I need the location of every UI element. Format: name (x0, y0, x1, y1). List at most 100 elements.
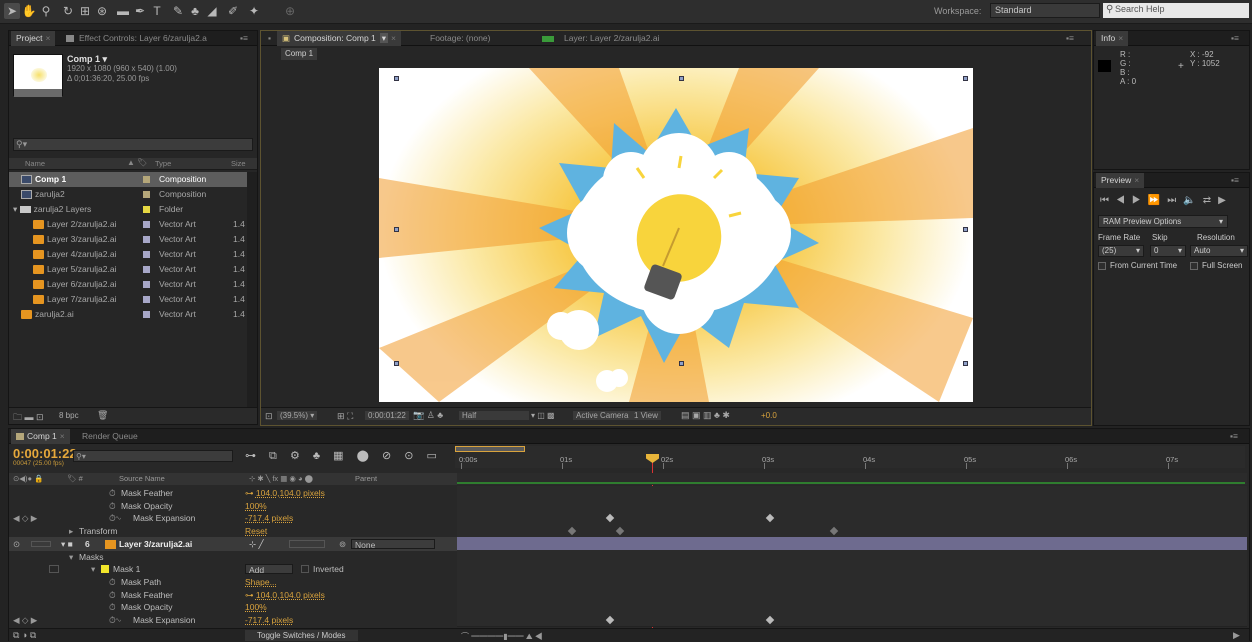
timeline-switches[interactable]: ⊶ ⧉ ⚙ ♣ ▦ ⬤ ⊘ ⊙ ▭ (245, 449, 442, 463)
frame-rate-select[interactable]: (25) ▾ (1098, 245, 1144, 257)
toggle-switches-modes-button[interactable]: Toggle Switches / Modes (245, 630, 358, 641)
transform-handle[interactable] (394, 76, 399, 81)
pen-tool-icon[interactable]: ✒ (132, 3, 148, 19)
comp-breadcrumb[interactable]: Comp 1 (281, 48, 318, 60)
keyframe-icon[interactable] (765, 615, 775, 625)
panel-menu-icon[interactable]: ▪≡ (1226, 173, 1244, 188)
project-item[interactable]: Layer 7/zarulja2.ai Vector Art 1.4 (9, 292, 247, 307)
label-color-swatch[interactable] (143, 206, 150, 213)
property-value[interactable]: 100% (245, 602, 267, 612)
tab-preview[interactable]: Preview × (1096, 173, 1145, 188)
transform-handle[interactable] (963, 227, 968, 232)
resolution-select[interactable]: Half (459, 411, 529, 420)
view-layout-select[interactable]: 1 View (631, 411, 661, 420)
bpc-label[interactable]: 8 bpc (59, 411, 79, 420)
tab-project[interactable]: Project × (11, 31, 56, 46)
keyframe-icon[interactable] (615, 526, 625, 536)
text-tool-icon[interactable]: T (149, 3, 165, 19)
transform-handle[interactable] (963, 76, 968, 81)
transform-handle[interactable] (394, 361, 399, 366)
tab-timeline-comp[interactable]: Comp 1 × (11, 429, 70, 444)
panel-menu-icon[interactable]: ▪≡ (1225, 429, 1243, 444)
skip-select[interactable]: 0 ▾ (1150, 245, 1186, 257)
selection-tool-icon[interactable]: ➤ (4, 3, 20, 19)
keyframe-icon[interactable] (605, 514, 615, 523)
parent-select[interactable]: None (351, 538, 435, 550)
transform-handle[interactable] (394, 227, 399, 232)
link-icon[interactable]: ⊶ (245, 488, 256, 498)
current-time-field[interactable]: 0:00:01:22 (365, 411, 409, 420)
tab-layer[interactable]: Layer: Layer 2/zarulja2.ai (537, 31, 664, 46)
panel-menu-icon[interactable]: ▪≡ (1226, 31, 1244, 46)
transform-handle[interactable] (679, 361, 684, 366)
magnification-select[interactable]: (39.5%) ▾ (277, 411, 318, 420)
pan-behind-tool-icon[interactable]: ⊛ (94, 3, 110, 19)
property-value[interactable]: Reset (245, 526, 267, 536)
puppet-tool-icon[interactable]: ✦ (246, 3, 262, 19)
keyframe-icon[interactable] (605, 615, 615, 625)
rectangle-tool-icon[interactable]: ▬ (115, 3, 131, 19)
sort-icon[interactable]: ▲ 🏷 (127, 158, 147, 167)
work-area-bar[interactable] (455, 446, 525, 452)
solo-lock-switches[interactable] (31, 540, 51, 547)
label-color-swatch[interactable] (143, 266, 150, 273)
project-item[interactable]: Comp 1 Composition (9, 172, 247, 187)
timeline-timecode[interactable]: 0:00:01:22 (13, 446, 77, 461)
trash-icon[interactable]: 🗑 (97, 410, 108, 421)
layer-mode-boxes[interactable] (289, 539, 325, 548)
region-of-interest-icon[interactable]: ▾ ◫ ▩ (531, 411, 555, 420)
label-color-swatch[interactable] (143, 281, 150, 288)
project-item[interactable]: Layer 3/zarulja2.ai Vector Art 1.4 (9, 232, 247, 247)
clone-stamp-tool-icon[interactable]: ♣ (187, 3, 203, 19)
zoom-tool-icon[interactable]: ⚲ (38, 3, 54, 19)
project-item[interactable]: Layer 6/zarulja2.ai Vector Art 1.4 (9, 277, 247, 292)
playback-controls[interactable]: ⏮◀▶⏩⏭🔈⇄▶ (1100, 195, 1233, 206)
transform-handle[interactable] (963, 361, 968, 366)
tab-effect-controls[interactable]: Effect Controls: Layer 6/zarulja2.a (61, 31, 212, 46)
property-value[interactable]: 100% (245, 501, 267, 511)
camera-select[interactable]: Active Camera (573, 411, 632, 420)
property-value[interactable]: 104.0,104.0 pixels (256, 488, 325, 498)
roto-brush-tool-icon[interactable]: ✐ (225, 3, 241, 19)
from-current-time-checkbox[interactable] (1098, 262, 1106, 270)
tab-composition[interactable]: ▣ Composition: Comp 1 ▾ × (277, 31, 402, 46)
keyframe-navigator-icon[interactable]: ◀ ◇ ▶ (13, 613, 37, 627)
axis-mode-icon[interactable]: ⊕ (282, 3, 298, 19)
keyframe-icon[interactable] (765, 514, 775, 523)
resolution-select[interactable]: Auto ▾ (1190, 245, 1248, 257)
stopwatch-icon[interactable]: ⏱∿ (109, 613, 121, 627)
property-value[interactable]: 104.0,104.0 pixels (256, 590, 325, 600)
label-color-swatch[interactable] (143, 251, 150, 258)
tab-footage[interactable]: Footage: (none) (425, 31, 495, 46)
project-item[interactable]: Layer 4/zarulja2.ai Vector Art 1.4 (9, 247, 247, 262)
rotate-tool-icon[interactable]: ↻ (60, 3, 76, 19)
project-item[interactable]: Layer 5/zarulja2.ai Vector Art 1.4 (9, 262, 247, 277)
label-color-swatch[interactable] (143, 176, 150, 183)
mask-mode-select[interactable]: Add (245, 564, 293, 575)
interpret-footage-icon[interactable]: 🗀 ▬ ⊡ (13, 410, 44, 426)
link-icon[interactable]: ⊶ (245, 590, 256, 600)
workspace-select[interactable]: Standard (990, 3, 1100, 18)
eraser-tool-icon[interactable]: ◢ (204, 3, 220, 19)
exposure-value[interactable]: +0.0 (761, 411, 777, 420)
tab-render-queue[interactable]: Render Queue (77, 429, 143, 444)
keyframe-icon[interactable] (567, 526, 577, 536)
composition-viewer[interactable] (379, 68, 973, 402)
project-search-input[interactable]: ⚲▾ (13, 138, 253, 151)
snapshot-icon[interactable]: 📷 ♙ ♣ (413, 410, 443, 421)
mask-color-swatch[interactable] (101, 565, 109, 574)
panel-menu-icon[interactable]: ▪≡ (1061, 31, 1079, 46)
comp-flowchart-icon[interactable]: ⧉ ◑ ⧉ (13, 630, 36, 641)
project-item[interactable]: ▾ zarulja2 Layers Folder (9, 202, 247, 217)
tab-info[interactable]: Info × (1096, 31, 1129, 46)
brush-tool-icon[interactable]: ✎ (170, 3, 186, 19)
transform-handle[interactable] (679, 76, 684, 81)
search-help-input[interactable]: Search Help (1103, 3, 1249, 18)
label-color-swatch[interactable] (143, 221, 150, 228)
full-screen-checkbox[interactable] (1190, 262, 1198, 270)
property-value[interactable]: Shape... (245, 577, 277, 587)
inverted-checkbox[interactable] (301, 565, 309, 574)
always-preview-icon[interactable]: ⊡ (265, 411, 273, 422)
expand-icon[interactable]: ▾ (13, 204, 20, 214)
mask-lock-checkbox[interactable] (49, 565, 59, 574)
